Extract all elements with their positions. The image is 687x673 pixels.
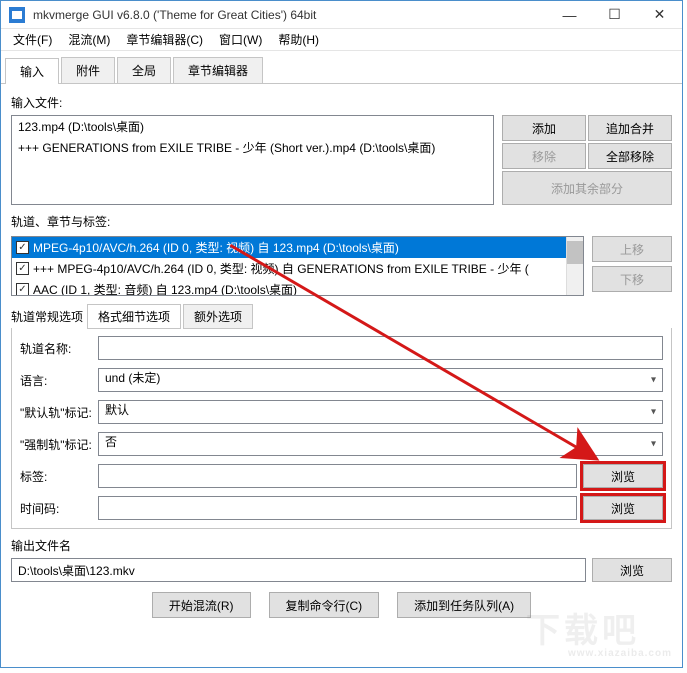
tracks-label: 轨道、章节与标签: [11,213,672,230]
default-flag-label: "默认轨"标记: [20,404,98,421]
tab-attach[interactable]: 附件 [61,57,115,83]
tags-label: 标签: [20,468,98,485]
language-label: 语言: [20,372,98,389]
chevron-down-icon: ▾ [651,375,656,386]
language-value: und (未定) [105,371,160,385]
browse-output-button[interactable]: 浏览 [592,558,672,582]
move-up-button[interactable]: 上移 [592,236,672,262]
add-other-button[interactable]: 添加其余部分 [502,171,672,205]
track-name-label: 轨道名称: [20,340,98,357]
menu-help[interactable]: 帮助(H) [270,29,327,51]
browse-tags-button[interactable]: 浏览 [583,464,663,488]
tags-input[interactable] [98,464,577,488]
start-mux-button[interactable]: 开始混流(R) [152,592,251,618]
track-name-input[interactable] [98,336,663,360]
input-file-item[interactable]: 123.mp4 (D:\tools\桌面) [12,116,493,137]
close-button[interactable]: ✕ [637,1,682,29]
title-bar: mkvmerge GUI v6.8.0 ('Theme for Great Ci… [1,1,682,29]
remove-button[interactable]: 移除 [502,143,586,169]
menu-bar: 文件(F) 混流(M) 章节编辑器(C) 窗口(W) 帮助(H) [1,29,682,51]
add-button[interactable]: 添加 [502,115,586,141]
tab-global[interactable]: 全局 [117,57,171,83]
input-files-list[interactable]: 123.mp4 (D:\tools\桌面) +++ GENERATIONS fr… [11,115,494,205]
output-file-input[interactable] [11,558,586,582]
menu-chapter[interactable]: 章节编辑器(C) [118,29,211,51]
browse-timecodes-button[interactable]: 浏览 [583,496,663,520]
tab-input[interactable]: 输入 [5,58,59,84]
language-select[interactable]: und (未定) ▾ [98,368,663,392]
track-row[interactable]: ✓ +++ MPEG-4p10/AVC/h.264 (ID 0, 类型: 视频)… [12,258,583,279]
track-options-label: 轨道常规选项 [11,308,83,325]
app-icon [7,5,27,25]
remove-all-button[interactable]: 全部移除 [588,143,672,169]
subtab-extra[interactable]: 额外选项 [183,304,253,329]
track-row[interactable]: ✓ MPEG-4p10/AVC/h.264 (ID 0, 类型: 视频) 自 1… [12,237,583,258]
subtab-format[interactable]: 格式细节选项 [87,304,181,329]
tracks-scrollbar[interactable] [566,237,583,295]
copy-cmd-button[interactable]: 复制命令行(C) [269,592,380,618]
move-down-button[interactable]: 下移 [592,266,672,292]
menu-window[interactable]: 窗口(W) [211,29,270,51]
window-title: mkvmerge GUI v6.8.0 ('Theme for Great Ci… [33,8,547,22]
timecodes-label: 时间码: [20,500,98,517]
track-checkbox[interactable]: ✓ [16,283,29,296]
default-flag-select[interactable]: 默认 ▾ [98,400,663,424]
track-text: AAC (ID 1, 类型: 音频) 自 123.mp4 (D:\tools\桌… [33,281,297,296]
watermark-sub: www.xiazaiba.com [568,648,672,659]
track-row[interactable]: ✓ AAC (ID 1, 类型: 音频) 自 123.mp4 (D:\tools… [12,279,583,296]
menu-file[interactable]: 文件(F) [5,29,60,51]
minimize-button[interactable]: — [547,1,592,29]
chevron-down-icon: ▾ [651,407,656,418]
track-checkbox[interactable]: ✓ [16,262,29,275]
output-file-label: 输出文件名 [11,537,672,554]
tracks-list[interactable]: ✓ MPEG-4p10/AVC/h.264 (ID 0, 类型: 视频) 自 1… [11,236,584,296]
forced-flag-value: 否 [105,435,117,449]
forced-flag-select[interactable]: 否 ▾ [98,432,663,456]
input-file-item[interactable]: +++ GENERATIONS from EXILE TRIBE - 少年 (S… [12,137,493,158]
maximize-button[interactable]: ☐ [592,1,637,29]
track-checkbox[interactable]: ✓ [16,241,29,254]
track-text: +++ MPEG-4p10/AVC/h.264 (ID 0, 类型: 视频) 自… [33,260,529,277]
track-text: MPEG-4p10/AVC/h.264 (ID 0, 类型: 视频) 自 123… [33,239,399,256]
default-flag-value: 默认 [105,403,129,417]
main-tabs: 输入 附件 全局 章节编辑器 [1,51,682,84]
timecodes-input[interactable] [98,496,577,520]
append-button[interactable]: 追加合并 [588,115,672,141]
forced-flag-label: "强制轨"标记: [20,436,98,453]
chevron-down-icon: ▾ [651,439,656,450]
add-queue-button[interactable]: 添加到任务队列(A) [397,592,531,618]
input-files-label: 输入文件: [11,94,672,111]
menu-mux[interactable]: 混流(M) [60,29,118,51]
tab-chapter[interactable]: 章节编辑器 [173,57,263,83]
